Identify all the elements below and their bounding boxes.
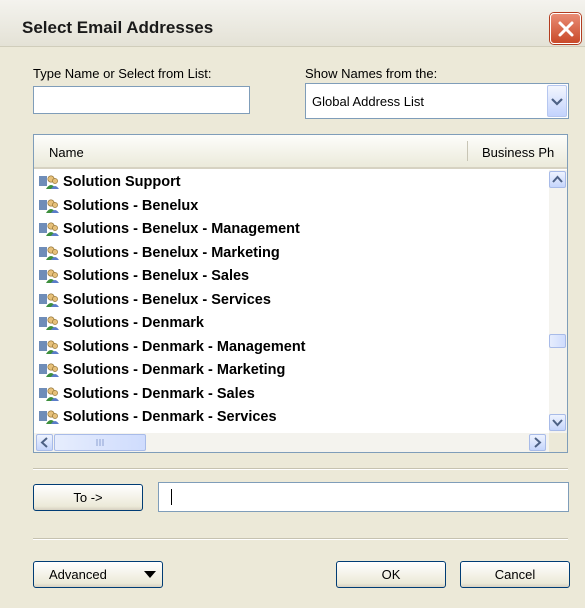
column-header-business-phone[interactable]: Business Ph [482, 145, 554, 160]
list-item-name: Solutions - Denmark [63, 315, 204, 331]
list-item[interactable]: Solutions - Denmark - Marketing [38, 359, 285, 381]
distribution-list-icon [38, 268, 60, 284]
distribution-list-icon [38, 339, 60, 355]
grip-icon [96, 439, 104, 446]
list-item-name: Solutions - Denmark - Services [63, 409, 277, 425]
address-book-dropdown-button[interactable] [547, 85, 567, 117]
list-rows: Solution Support Solutions - Benelux Solut… [34, 171, 549, 433]
list-item-name: Solutions - Denmark - Management [63, 338, 306, 355]
to-recipients-field[interactable] [158, 482, 569, 512]
list-item-name: Solutions - Denmark - Marketing [63, 362, 286, 378]
list-item[interactable]: Solutions - Benelux - Sales [38, 265, 249, 287]
chevron-up-icon [552, 175, 563, 183]
chevron-down-icon [552, 419, 563, 427]
window-title: Select Email Addresses [22, 18, 214, 37]
list-item[interactable]: Solutions - Denmark [38, 312, 204, 334]
list-header: Name Business Ph [34, 135, 567, 169]
name-list[interactable]: Name Business Ph Solution Support Solutio… [33, 134, 568, 453]
scrollbar-corner [549, 433, 567, 452]
list-item[interactable]: Solutions - Denmark - Management [38, 336, 306, 358]
chevron-right-icon [534, 437, 542, 448]
close-icon [558, 21, 574, 37]
address-book-select[interactable]: Global Address List [305, 83, 569, 119]
distribution-list-icon [38, 386, 60, 402]
distribution-list-icon [38, 315, 60, 331]
list-item-name: Solution Support [63, 174, 181, 190]
distribution-list-icon [38, 221, 60, 237]
list-item-name: Solutions - Denmark - Sales [63, 385, 255, 402]
ok-button[interactable]: OK [336, 561, 446, 588]
to-button[interactable]: To -> [33, 484, 143, 511]
list-item[interactable]: Solutions - Benelux - Marketing [38, 242, 280, 264]
scroll-up-button[interactable] [549, 171, 566, 188]
distribution-list-icon [38, 174, 60, 190]
column-header-name[interactable]: Name [49, 145, 84, 160]
vertical-scrollbar[interactable] [549, 170, 567, 433]
list-item-name: Solutions - Benelux - Management [63, 221, 300, 237]
title-bar: Select Email Addresses [0, 0, 585, 47]
list-item[interactable]: Solution Support [38, 171, 181, 193]
advanced-button-label: Advanced [49, 567, 107, 582]
vertical-scroll-thumb[interactable] [549, 334, 566, 348]
list-item-name: Solutions - Benelux - Marketing [63, 244, 280, 261]
caret-down-icon [144, 571, 156, 578]
text-cursor [171, 489, 172, 505]
chevron-left-icon [40, 437, 48, 448]
search-input[interactable] [33, 86, 250, 114]
address-book-value: Global Address List [312, 94, 425, 109]
separator [33, 468, 568, 470]
scroll-right-button[interactable] [529, 434, 546, 451]
distribution-list-icon [38, 245, 60, 261]
address-book-label: Show Names from the: [305, 66, 438, 81]
scroll-left-button[interactable] [36, 434, 53, 451]
distribution-list-icon [38, 198, 60, 214]
search-label: Type Name or Select from List: [33, 66, 212, 81]
cancel-button[interactable]: Cancel [460, 561, 570, 588]
list-item[interactable]: Solutions - Benelux - Services [38, 289, 271, 311]
separator [33, 538, 568, 540]
list-item-name: Solutions - Benelux [63, 197, 199, 214]
advanced-button[interactable]: Advanced [33, 561, 163, 588]
list-item-name: Solutions - Benelux - Sales [63, 268, 250, 284]
distribution-list-icon [38, 409, 60, 425]
horizontal-scroll-thumb[interactable] [54, 434, 146, 451]
list-item[interactable]: Solutions - Denmark - Sales [38, 383, 255, 405]
scroll-down-button[interactable] [549, 414, 566, 431]
list-item[interactable]: Solutions - Benelux - Management [38, 218, 300, 240]
list-item-name: Solutions - Benelux - Services [63, 291, 271, 308]
close-button[interactable] [550, 13, 581, 44]
list-item[interactable]: Solutions - Benelux [38, 195, 198, 217]
column-divider[interactable] [467, 141, 468, 161]
horizontal-scrollbar[interactable] [34, 433, 549, 452]
distribution-list-icon [38, 362, 60, 378]
chevron-down-icon [551, 98, 563, 106]
distribution-list-icon [38, 292, 60, 308]
list-item[interactable]: Solutions - Denmark - Services [38, 406, 277, 428]
